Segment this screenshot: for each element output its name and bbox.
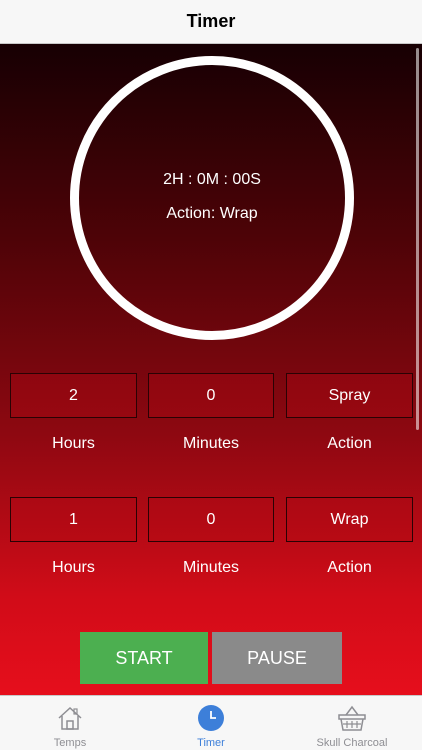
- scroll-indicator[interactable]: [416, 48, 419, 430]
- minutes-input-2[interactable]: 0: [148, 497, 274, 542]
- countdown-display: 2H : 0M : 00S: [163, 171, 261, 188]
- tab-label-temps: Temps: [53, 737, 87, 749]
- page-title: Timer: [186, 11, 236, 31]
- tab-label-timer: Timer: [197, 737, 225, 749]
- minutes-label-2: Minutes: [182, 559, 240, 576]
- clock-icon: [196, 703, 226, 733]
- action-input-1[interactable]: Spray: [286, 373, 413, 418]
- action-label-2: Action: [327, 559, 372, 576]
- action-label-1: Action: [327, 435, 372, 452]
- basket-icon: [337, 703, 367, 733]
- minutes-input-1[interactable]: 0: [148, 373, 274, 418]
- tab-bar: Temps Timer Skull Charcoal: [0, 695, 422, 750]
- tab-temps[interactable]: Temps: [0, 696, 140, 750]
- minutes-label-1: Minutes: [182, 435, 240, 452]
- house-icon: [55, 703, 85, 733]
- tab-timer[interactable]: Timer: [141, 696, 281, 750]
- hours-input-2[interactable]: 1: [10, 497, 137, 542]
- start-button[interactable]: START: [80, 632, 208, 684]
- navigation-bar: Timer: [0, 0, 422, 44]
- current-action-text: Action: Wrap: [166, 205, 258, 222]
- tab-label-skull-charcoal: Skull Charcoal: [316, 737, 388, 749]
- hours-input-1[interactable]: 2: [10, 373, 137, 418]
- hours-label-2: Hours: [52, 559, 95, 576]
- timer-content[interactable]: 2H : 0M : 00S Action: Wrap 2 0 Spray Hou…: [0, 44, 422, 695]
- action-input-2[interactable]: Wrap: [286, 497, 413, 542]
- hours-label-1: Hours: [52, 435, 95, 452]
- timer-ring: [70, 56, 354, 340]
- pause-button[interactable]: PAUSE: [212, 632, 342, 684]
- tab-skull-charcoal[interactable]: Skull Charcoal: [282, 696, 422, 750]
